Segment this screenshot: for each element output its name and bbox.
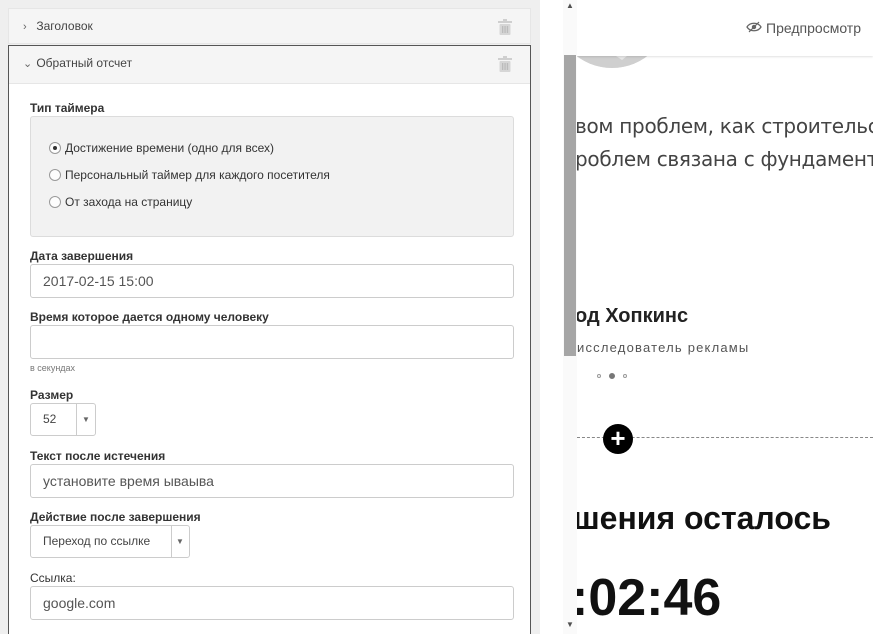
section-title: ⌄ Обратный отсчет	[9, 46, 132, 82]
scroll-up-arrow-icon[interactable]: ▲	[563, 0, 577, 12]
per-person-time-label: Время которое дается одному человеку	[30, 310, 269, 324]
radio-label: Персональный таймер для каждого посетите…	[65, 168, 330, 182]
eye-icon	[746, 20, 762, 36]
section-header-title[interactable]: › Заголовок	[8, 8, 531, 44]
preview-text-line: вом проблем, как строительс	[577, 114, 873, 138]
radio-option-personal[interactable]: Персональный таймер для каждого посетите…	[49, 168, 330, 182]
section-title: › Заголовок	[9, 9, 93, 45]
radio-option-page-enter[interactable]: От захода на страницу	[49, 195, 192, 209]
radio-option-fixed-time[interactable]: Достижение времени (одно для всех)	[49, 141, 274, 155]
preview-countdown-timer: :02:46	[577, 569, 722, 627]
size-label: Размер	[30, 388, 74, 402]
slider-dot[interactable]	[597, 374, 601, 378]
radio-button[interactable]	[49, 142, 61, 154]
after-action-select[interactable]: Переход по ссылке ▼	[30, 525, 190, 558]
expired-text-label: Текст после истечения	[30, 449, 166, 463]
section-countdown: ⌄ Обратный отсчет Тип таймера Достижение…	[8, 45, 531, 634]
section-title-label: Обратный отсчет	[36, 56, 133, 70]
chevron-right-icon: ›	[23, 21, 27, 33]
per-person-time-hint: в секундах	[30, 363, 76, 373]
chevron-down-icon: ▼	[176, 537, 184, 546]
select-divider	[76, 404, 77, 435]
plus-icon[interactable]: +	[603, 424, 633, 454]
expired-text-input[interactable]: установите время ываыва	[30, 464, 514, 498]
preview-topbar: Предпросмотр	[577, 0, 873, 56]
section-title-label: Заголовок	[36, 19, 93, 33]
timer-type-group: Достижение времени (одно для всех) Персо…	[30, 116, 514, 237]
preview-countdown-heading: шения осталось	[577, 500, 831, 536]
radio-label: Достижение времени (одно для всех)	[65, 141, 275, 155]
preview-author-name: од Хопкинс	[577, 305, 689, 327]
radio-button[interactable]	[49, 169, 61, 181]
trash-icon[interactable]	[498, 56, 512, 72]
size-select[interactable]: 52 ▼	[30, 403, 96, 436]
per-person-time-input[interactable]	[30, 325, 514, 359]
after-action-label: Действие после завершения	[30, 510, 201, 524]
slider-dot[interactable]	[623, 374, 627, 378]
end-date-input[interactable]: 2017-02-15 15:00	[30, 264, 514, 298]
link-label: Ссылка:	[30, 571, 76, 585]
radio-label: От захода на страницу	[65, 195, 193, 209]
preview-button-label: Предпросмотр	[766, 20, 861, 36]
chevron-down-icon: ▼	[82, 415, 90, 424]
link-input[interactable]: google.com	[30, 586, 514, 620]
slider-dots	[597, 373, 627, 379]
section-header-countdown[interactable]: ⌄ Обратный отсчет	[9, 46, 530, 84]
preview-button[interactable]: Предпросмотр	[746, 20, 861, 36]
preview-author-role: исследователь рекламы	[577, 340, 750, 355]
preview-panel: Предпросмотр вом проблем, как строительс…	[577, 0, 873, 634]
select-divider	[171, 526, 172, 557]
end-date-label: Дата завершения	[30, 249, 134, 263]
timer-type-label: Тип таймера	[30, 101, 105, 115]
radio-button[interactable]	[49, 196, 61, 208]
editor-panel: › Заголовок ⌄ Обратный отсчет Тип таймер…	[0, 0, 540, 634]
scrollbar-thumb[interactable]	[564, 55, 576, 356]
slider-dot-active[interactable]	[609, 373, 615, 379]
after-action-value: Переход по ссылке	[43, 534, 151, 548]
trash-icon[interactable]	[498, 19, 512, 35]
size-value: 52	[43, 412, 57, 426]
preview-text-line: роблем связана с фундамент	[577, 147, 873, 171]
scroll-down-arrow-icon[interactable]: ▼	[563, 619, 577, 631]
chevron-down-icon: ⌄	[23, 58, 33, 70]
